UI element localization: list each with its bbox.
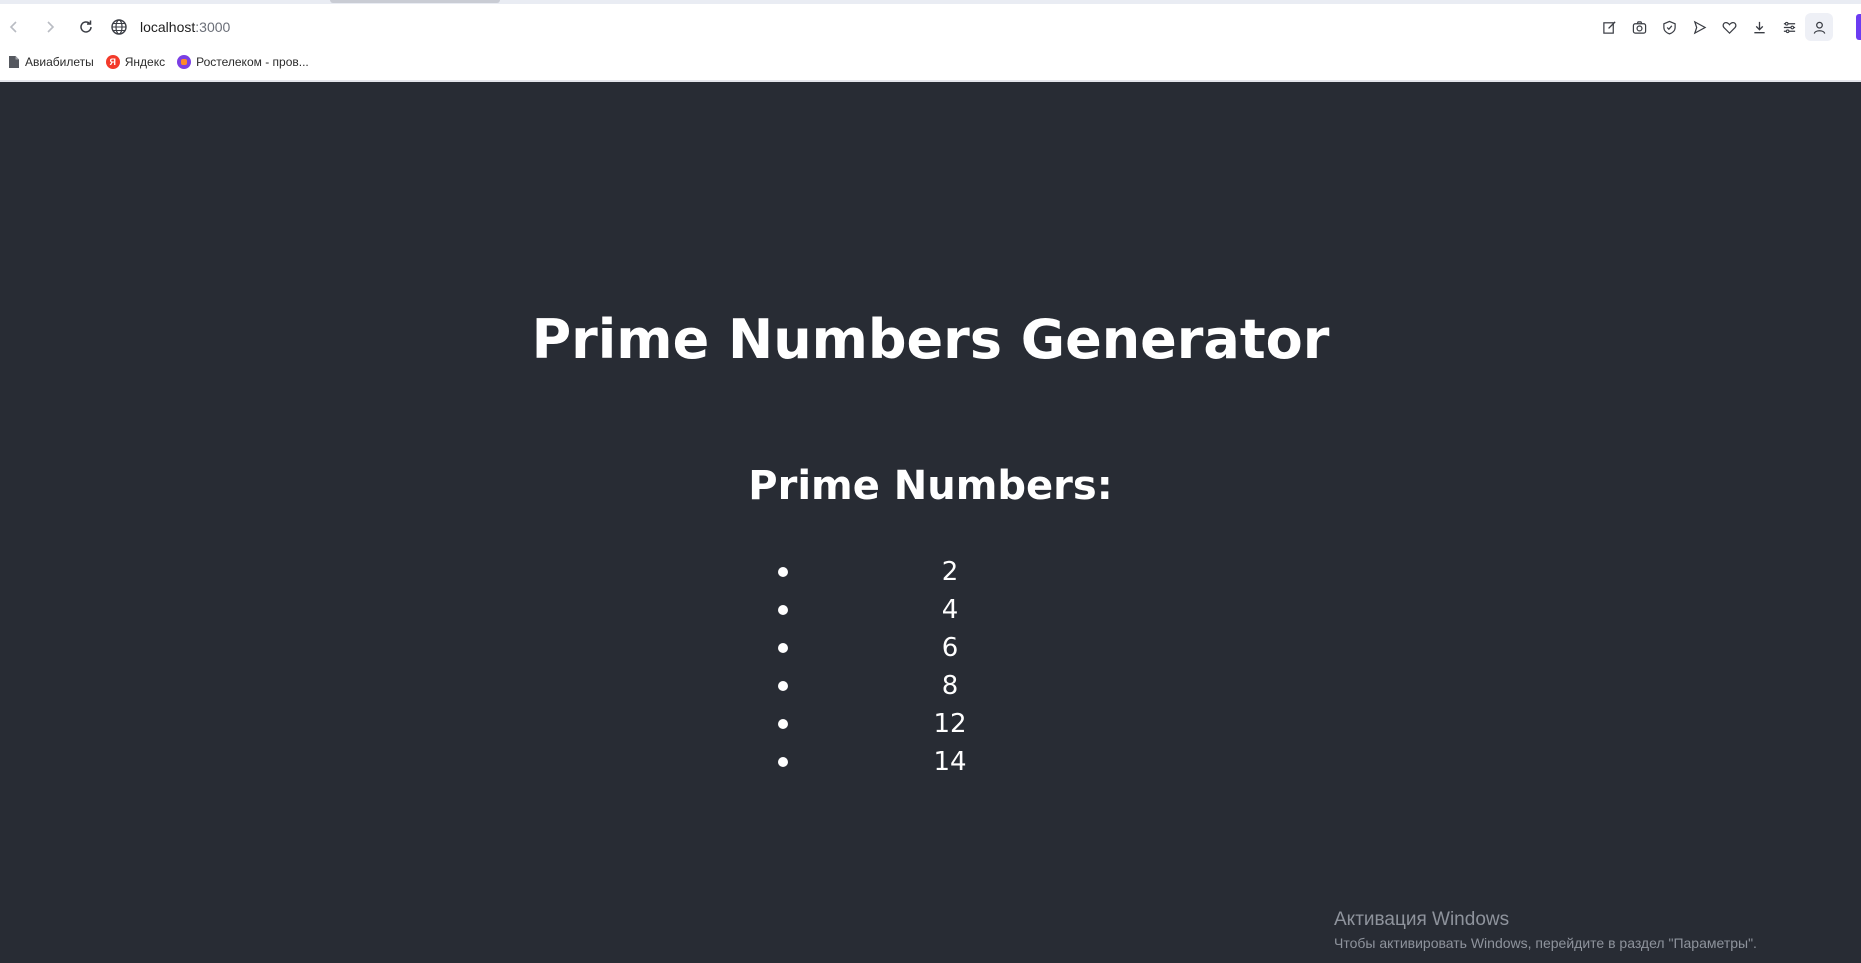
download-icon [1753, 21, 1765, 33]
address-bar[interactable]: localhost:3000 [110, 13, 1580, 41]
yandex-icon: Я [105, 55, 120, 69]
forward-icon [47, 21, 55, 33]
url-host[interactable]: localhost [140, 19, 195, 35]
browser-toolbar: localhost:3000 Авиабилеты Я Яндекс Рост… [0, 4, 1861, 82]
edit-button[interactable] [1595, 13, 1623, 41]
bookmark-yandex[interactable]: Я Яндекс [105, 55, 166, 69]
number-value: 4 [941, 595, 959, 625]
edit-icon [1602, 20, 1616, 34]
profile-icon [1813, 21, 1825, 34]
watermark-text: Чтобы активировать Windows, перейдите в … [1334, 935, 1757, 951]
bookmarks-bar: Авиабилеты Я Яндекс Ростелеком - пров... [8, 50, 309, 74]
windows-activation-watermark: Активация Windows Чтобы активировать Win… [1334, 909, 1757, 951]
number-value: 2 [941, 557, 959, 587]
list-item: 14 [760, 743, 1140, 781]
bookmark-aviabilety[interactable]: Авиабилеты [8, 55, 94, 69]
shield-icon [1662, 20, 1676, 35]
number-value: 8 [941, 671, 959, 701]
globe-icon [111, 19, 127, 35]
list-item: 6 [760, 629, 1140, 667]
number-value: 6 [941, 633, 959, 663]
app-content: Prime Numbers Generator Prime Numbers: 2… [0, 80, 1861, 963]
bookmark-label: Яндекс [124, 55, 166, 69]
heart-icon [1722, 21, 1736, 34]
list-item: 8 [760, 667, 1140, 705]
forward-button[interactable] [36, 13, 64, 41]
favorites-button[interactable] [1715, 13, 1743, 41]
rostelecom-icon [177, 55, 192, 69]
back-button[interactable] [0, 13, 28, 41]
bookmark-label: Авиабилеты [25, 55, 94, 69]
document-icon [9, 56, 19, 68]
list-item: 12 [760, 705, 1140, 743]
reload-button[interactable] [72, 13, 100, 41]
menu-icon [1783, 21, 1795, 33]
downloads-button[interactable] [1745, 13, 1773, 41]
protection-button[interactable] [1655, 13, 1683, 41]
menu-button[interactable] [1775, 13, 1803, 41]
list-item: 4 [760, 591, 1140, 629]
back-icon [9, 21, 17, 33]
send-button[interactable] [1685, 13, 1713, 41]
list-item: 2 [760, 553, 1140, 591]
sidebar-accent-bar[interactable] [1856, 14, 1861, 40]
screenshot-button[interactable] [1625, 13, 1653, 41]
profile-button[interactable] [1805, 13, 1833, 41]
bookmark-label: Ростелеком - пров... [196, 55, 309, 69]
number-value: 12 [933, 709, 967, 739]
reload-icon [80, 20, 92, 33]
navigation-buttons [0, 12, 100, 42]
prime-numbers-list: 2 4 6 8 12 14 [760, 553, 1140, 781]
toolbar-actions [1595, 12, 1833, 42]
bookmark-rostelecom[interactable]: Ростелеком - пров... [177, 55, 309, 69]
section-heading: Prime Numbers: [748, 463, 1113, 509]
send-icon [1693, 20, 1706, 34]
active-tab-indicator[interactable] [330, 0, 500, 3]
url-port[interactable]: :3000 [195, 19, 230, 35]
camera-icon [1632, 20, 1646, 34]
watermark-title: Активация Windows [1334, 909, 1510, 930]
page-title: Prime Numbers Generator [531, 308, 1330, 371]
number-value: 14 [933, 747, 967, 777]
